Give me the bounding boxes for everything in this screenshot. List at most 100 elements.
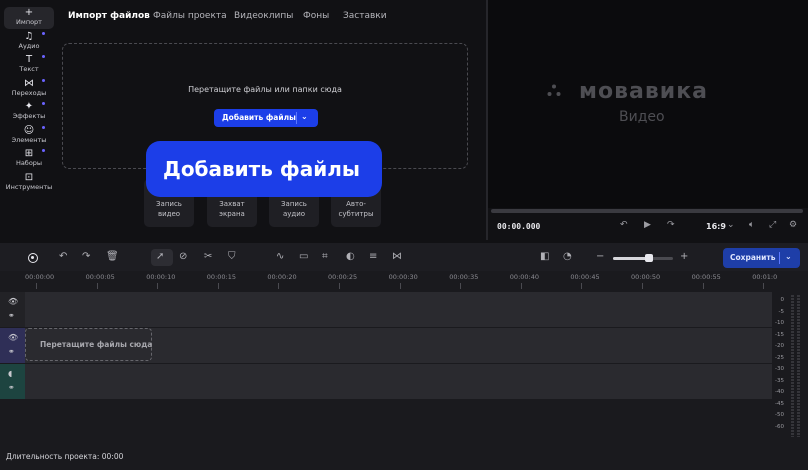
crop-icon[interactable]: ⌗ [322, 251, 328, 263]
zoom-in-icon[interactable]: + [680, 251, 688, 263]
meter-label: -25 [775, 354, 784, 361]
trash-icon[interactable]: 🗑︎ [106, 251, 119, 263]
volume-icon[interactable]: 🔈︎ [749, 220, 754, 230]
magnet-icon[interactable]: ◧ [540, 251, 549, 263]
new-badge [42, 31, 45, 35]
tab-video-clips[interactable]: Видеоклипы [234, 11, 293, 21]
aspect-ratio-selector[interactable]: 16:9 [706, 222, 726, 231]
eye-icon[interactable]: 👁︎ [8, 297, 18, 306]
cut-icon[interactable]: ✂ [204, 251, 212, 263]
meter-label: -50 [775, 412, 784, 418]
meter-bar-left [791, 295, 794, 437]
link-icon[interactable]: ⚭ [8, 311, 15, 320]
meter-label: -35 [775, 377, 784, 384]
save-chevron-icon[interactable]: ⌄ [785, 252, 792, 261]
marker-icon[interactable]: ◔ [563, 251, 572, 263]
chevron-down-icon[interactable]: ⌄ [301, 112, 308, 121]
track-dropzone-text: Перетащите файлы сюда [40, 340, 153, 349]
timecode: 00:00.000 [497, 222, 541, 231]
ruler-tick [702, 283, 704, 289]
ruler-tick-label: 00:01:0 [752, 273, 778, 281]
rail-label: Элементы [11, 135, 47, 144]
ruler-tick-label: 00:00:30 [388, 273, 418, 281]
ruler-tick [642, 283, 643, 289]
ruler-tick-label: 00:00:20 [267, 273, 297, 281]
zoom-handle[interactable] [645, 254, 653, 262]
audio-icon[interactable]: ◖ [8, 369, 12, 378]
audio-icon: ♫ [24, 30, 34, 42]
rail-label: Наборы [15, 159, 43, 167]
step-forward-icon[interactable]: ↷ [667, 220, 675, 230]
link-icon[interactable]: ⚭ [8, 347, 15, 356]
ruler-tick-label: 00:00:25 [328, 273, 358, 281]
tool-rail: + Импорт ♫ Аудио T Текст ⋈ Переходы ✦ Эффекты ☺ Эле… [0, 0, 56, 240]
settings-gear-icon[interactable]: ⚙ [789, 220, 797, 230]
text-icon: T [25, 54, 33, 65]
transitions-icon: ⋈ [24, 77, 34, 89]
adjust-icon[interactable]: ≡ [369, 251, 377, 263]
meter-label: -20 [775, 343, 784, 349]
rail-elements[interactable]: ☺ Элементы [4, 125, 54, 147]
button-separator [779, 252, 780, 264]
meter-label: -10 [775, 320, 784, 326]
tab-backgrounds[interactable]: Фоны [303, 11, 329, 21]
undo-icon[interactable]: ↶ [59, 251, 67, 263]
project-duration: Длительность проекта: 00:00 [6, 452, 124, 461]
add-files-callout[interactable]: Добавить файлы [146, 141, 382, 197]
rail-label: Переходы [11, 88, 47, 97]
rail-audio[interactable]: ♫ Аудио [4, 31, 54, 53]
fullscreen-icon[interactable]: ⤢ [769, 220, 776, 230]
ruler-tick-label: 00:00:10 [146, 273, 176, 281]
cursor-icon[interactable]: ➚ [156, 251, 164, 263]
rail-sets[interactable]: ⊞ Наборы [4, 148, 54, 170]
zoom-out-icon[interactable]: − [596, 251, 604, 263]
add-files-label: Добавить файлы [222, 113, 296, 122]
rail-tools[interactable]: ⊡ Инструменты [4, 172, 54, 194]
ruler-tick-label: 00:00:50 [631, 273, 661, 281]
step-back-icon[interactable]: ↶ [620, 220, 628, 230]
disable-icon[interactable]: ⊘ [179, 251, 187, 263]
track-1[interactable] [25, 292, 772, 327]
zoom-fill [613, 257, 648, 260]
ruler-tick-label: 00:00:35 [449, 273, 479, 281]
audio-wave-icon[interactable]: ∿ [276, 251, 284, 263]
aspect-chevron-icon[interactable]: ⌄ [727, 220, 735, 230]
rail-text[interactable]: T Текст [4, 54, 54, 76]
track-dropzone[interactable]: Перетащите файлы сюда [25, 328, 152, 361]
tab-intros[interactable]: Заставки [343, 11, 387, 21]
save-label: Сохранить [730, 253, 776, 262]
color-icon[interactable]: ◐ [346, 251, 355, 263]
link-icon[interactable]: ⚭ [8, 383, 15, 392]
rail-label: Импорт [16, 18, 42, 26]
tools-icon: ⊡ [24, 171, 34, 183]
rail-label: Аудио [18, 41, 40, 50]
meter-label: -45 [775, 400, 784, 407]
rail-label: Текст [19, 65, 39, 73]
save-button[interactable]: Сохранить ⌄ [723, 248, 800, 268]
ruler-tick-label: 00:00:05 [85, 273, 115, 281]
captions-icon[interactable]: ▭ [299, 251, 308, 263]
import-icon: + [24, 7, 34, 18]
tab-project-files[interactable]: Файлы проекта [153, 11, 227, 21]
rail-effects[interactable]: ✦ Эффекты [4, 101, 54, 123]
redo-icon[interactable]: ↷ [82, 251, 90, 263]
record-icon[interactable] [28, 253, 38, 263]
eye-icon[interactable]: 👁︎ [8, 333, 18, 342]
preview-scrubber[interactable] [491, 209, 803, 213]
ruler-tick [399, 283, 401, 289]
shield-icon[interactable]: ⛉ [228, 251, 236, 263]
new-badge [42, 78, 45, 82]
rail-transitions[interactable]: ⋈ Переходы [4, 78, 54, 100]
meter-label: -5 [778, 308, 784, 315]
transition-icon[interactable]: ⋈ [392, 251, 402, 263]
button-separator [296, 112, 297, 124]
play-icon[interactable]: ▶ [644, 220, 651, 230]
preview-player [488, 0, 808, 208]
rail-import[interactable]: + Импорт [4, 7, 54, 29]
meter-label: -40 [775, 389, 784, 395]
track-3[interactable] [25, 364, 772, 399]
add-files-button[interactable]: Добавить файлы ⌄ [214, 109, 318, 127]
tab-import-files[interactable]: Импорт файлов [68, 11, 150, 21]
ruler-tick [36, 283, 37, 289]
ruler-tick-label: 00:00:55 [691, 273, 721, 281]
